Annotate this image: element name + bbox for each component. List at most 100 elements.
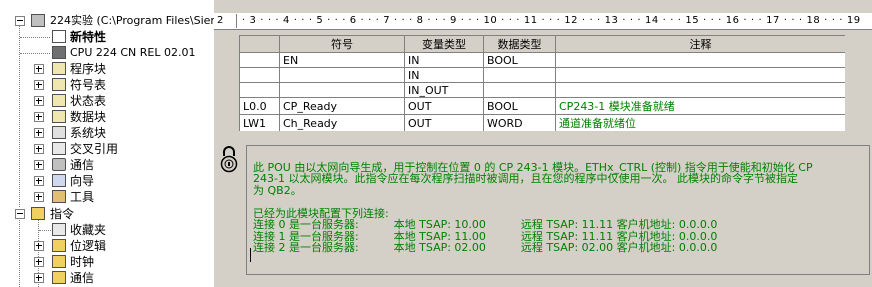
new-features-icon bbox=[52, 30, 66, 43]
col-header-symbol[interactable]: 符号 bbox=[279, 35, 405, 53]
tree-item-label: 指令 bbox=[50, 207, 75, 221]
expand-icon[interactable] bbox=[34, 64, 44, 74]
cell-comment[interactable] bbox=[555, 67, 845, 83]
tree-guide-line bbox=[19, 212, 20, 287]
data-block-icon bbox=[52, 110, 66, 123]
table-row[interactable]: IN_OUT bbox=[239, 82, 845, 98]
cell-address[interactable] bbox=[239, 67, 280, 83]
tree-item-label: 位逻辑 bbox=[70, 239, 107, 253]
cell-address[interactable]: L0.0 bbox=[239, 97, 280, 115]
cell-data-type[interactable] bbox=[483, 67, 556, 83]
cell-symbol[interactable] bbox=[279, 82, 405, 98]
bit-logic-icon bbox=[52, 239, 66, 252]
table-row[interactable]: L0.0 CP_Ready OUT BOOL CP243-1 模块准备就绪 bbox=[239, 97, 845, 115]
tools-icon bbox=[52, 190, 66, 203]
table-row[interactable]: IN bbox=[239, 67, 845, 83]
cross-reference-icon bbox=[52, 142, 66, 155]
col-header-data-type[interactable]: 数据类型 bbox=[483, 35, 556, 53]
cell-data-type[interactable] bbox=[483, 82, 556, 98]
expand-icon[interactable] bbox=[34, 273, 44, 283]
lock-icon[interactable] bbox=[220, 146, 238, 176]
cell-comment[interactable]: 通道准备就绪位 bbox=[555, 114, 845, 131]
comment-line: 为 QB2。 bbox=[253, 183, 302, 197]
ruler-separator bbox=[236, 14, 237, 28]
instructions-folder-icon bbox=[31, 207, 45, 220]
cell-data-type[interactable]: BOOL bbox=[483, 97, 556, 115]
tree-item-label: 向导 bbox=[70, 174, 95, 188]
tree-item-label: 系统块 bbox=[70, 126, 107, 140]
cell-address[interactable] bbox=[239, 82, 280, 98]
cpu-icon bbox=[52, 46, 66, 59]
cell-var-type[interactable]: OUT bbox=[404, 114, 484, 131]
tree-item-label: 新特性 bbox=[70, 30, 107, 44]
tree-branch bbox=[20, 37, 50, 38]
tree-guide-line bbox=[19, 22, 20, 207]
tree-branch bbox=[20, 53, 50, 54]
expand-icon[interactable] bbox=[34, 144, 44, 154]
cell-data-type[interactable]: WORD bbox=[483, 114, 556, 131]
cell-comment[interactable]: CP243-1 模块准备就绪 bbox=[555, 97, 845, 115]
cell-comment[interactable] bbox=[555, 52, 845, 68]
ruler-ticks: · 3 · · · 4 · · · 5 · · · 6 · · · 7 · · … bbox=[242, 15, 861, 26]
expand-icon[interactable] bbox=[34, 257, 44, 267]
status-table-icon bbox=[52, 94, 66, 107]
expand-icon[interactable] bbox=[34, 160, 44, 170]
cell-var-type[interactable]: IN_OUT bbox=[404, 82, 484, 98]
tree-item-label: 通信 bbox=[70, 271, 95, 285]
comment-line: 243-1 以太网模块。此指令应在每次程序扫描时被调用，且在您的程序中仅使用一次… bbox=[253, 172, 798, 185]
col-header-var-type[interactable]: 变量类型 bbox=[404, 35, 484, 53]
expand-icon[interactable] bbox=[34, 96, 44, 106]
tree-item-label: 时钟 bbox=[70, 255, 95, 269]
cell-symbol[interactable] bbox=[279, 67, 405, 83]
project-icon bbox=[31, 14, 45, 27]
expand-icon[interactable] bbox=[34, 128, 44, 138]
tree-item-label: 数据块 bbox=[70, 110, 107, 124]
tree-item-label: 工具 bbox=[70, 190, 95, 204]
table-header-row: 符号 变量类型 数据类型 注释 bbox=[239, 35, 845, 53]
pou-comment-text[interactable]: 此 POU 由以太网向导生成，用于控制在位置 0 的 CP 243-1 模块。E… bbox=[246, 145, 870, 275]
tree-item-label: 程序块 bbox=[70, 62, 107, 76]
ruler: 2 · 3 · · · 4 · · · 5 · · · 6 · · · 7 · … bbox=[214, 13, 872, 30]
table-row[interactable]: EN IN BOOL bbox=[239, 52, 845, 68]
ruler-left-number: 2 bbox=[217, 15, 224, 26]
cell-address[interactable] bbox=[239, 52, 280, 68]
favorites-icon bbox=[52, 223, 66, 236]
expand-icon[interactable] bbox=[34, 80, 44, 90]
cell-data-type[interactable]: BOOL bbox=[483, 52, 556, 68]
variable-table-panel[interactable]: 符号 变量类型 数据类型 注释 EN IN BOOL IN IN_OUT L0.… bbox=[239, 35, 845, 131]
tree-branch bbox=[39, 230, 51, 231]
collapse-icon[interactable] bbox=[15, 16, 25, 26]
comment-line: 连接 0 是一台服务器: 本地 TSAP: 10.00 远程 TSAP: 11.… bbox=[253, 218, 718, 231]
cell-var-type[interactable]: OUT bbox=[404, 97, 484, 115]
system-block-icon bbox=[52, 126, 66, 139]
expand-icon[interactable] bbox=[34, 112, 44, 122]
comment-line bbox=[253, 196, 863, 208]
tree-item-label: 通信 bbox=[70, 158, 95, 172]
cell-var-type[interactable]: IN bbox=[404, 52, 484, 68]
cell-comment[interactable] bbox=[555, 82, 845, 98]
communication-instructions-icon bbox=[52, 271, 66, 284]
expand-icon[interactable] bbox=[34, 241, 44, 251]
expand-icon[interactable] bbox=[34, 176, 44, 186]
col-header-address[interactable] bbox=[239, 35, 280, 53]
tree-item-label: CPU 224 CN REL 02.01 bbox=[70, 46, 196, 59]
tree-project-label: 224实验 (C:\Program Files\Siemens bbox=[50, 14, 214, 27]
col-header-comment[interactable]: 注释 bbox=[555, 35, 845, 53]
project-tree[interactable]: 224实验 (C:\Program Files\Siemens 新特性 CPU … bbox=[0, 0, 214, 287]
table-row[interactable]: LW1 Ch_Ready OUT WORD 通道准备就绪位 bbox=[239, 114, 845, 131]
cell-address[interactable]: LW1 bbox=[239, 114, 280, 131]
tree-item-label: 符号表 bbox=[70, 78, 107, 92]
clock-icon bbox=[52, 255, 66, 268]
cell-symbol[interactable]: CP_Ready bbox=[279, 97, 405, 115]
symbol-table-icon bbox=[52, 78, 66, 91]
cell-symbol[interactable]: EN bbox=[279, 52, 405, 68]
cell-var-type[interactable]: IN bbox=[404, 67, 484, 83]
text-cursor bbox=[250, 248, 251, 262]
cell-symbol[interactable]: Ch_Ready bbox=[279, 114, 405, 131]
tree-item-label: 交叉引用 bbox=[70, 142, 119, 156]
wizard-icon bbox=[52, 174, 66, 187]
pou-comment-panel: 此 POU 由以太网向导生成，用于控制在位置 0 的 CP 243-1 模块。E… bbox=[214, 140, 872, 287]
tree-item-label: 收藏夹 bbox=[70, 223, 107, 237]
expand-icon[interactable] bbox=[34, 192, 44, 202]
collapse-icon[interactable] bbox=[15, 209, 25, 219]
